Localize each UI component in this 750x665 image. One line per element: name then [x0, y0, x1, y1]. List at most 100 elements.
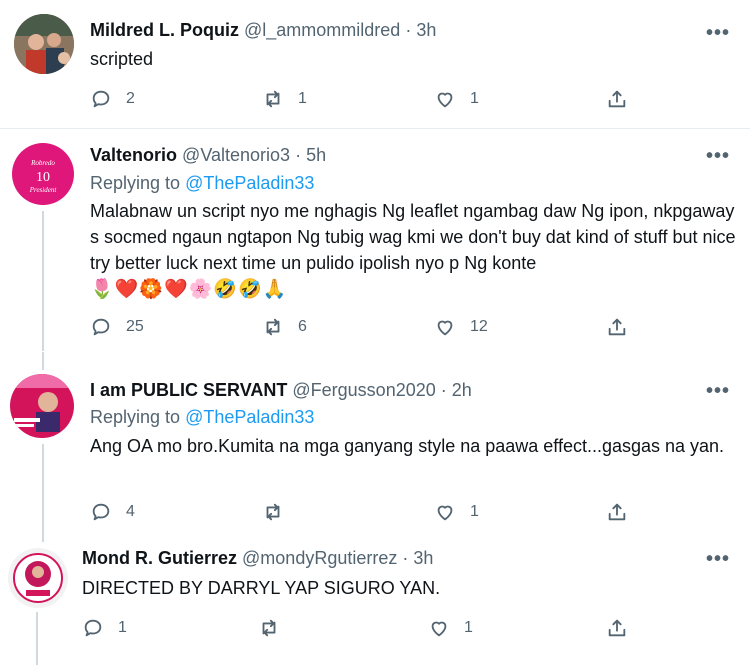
replying-to-label: Replying to	[90, 407, 181, 427]
like-count: 1	[464, 619, 473, 636]
reply-count: 4	[126, 503, 135, 520]
tweet-actions: 25 6 12	[90, 316, 740, 344]
replying-to-label: Replying to	[90, 173, 181, 193]
retweet-button[interactable]	[258, 617, 294, 639]
tweet-header: Mond R. Gutierrez @mondyRgutierrez · 3h	[82, 548, 433, 569]
avatar-logo: Robredo 10 President	[12, 143, 74, 205]
mention-link[interactable]: @ThePaladin33	[185, 407, 314, 427]
handle[interactable]: @mondyRgutierrez	[242, 548, 397, 568]
more-icon[interactable]: •••	[706, 381, 730, 401]
tweet-text: Ang OA mo bro.Kumita na mga ganyang styl…	[90, 436, 725, 456]
more-icon[interactable]: •••	[706, 146, 730, 166]
thread-line	[42, 352, 44, 370]
handle[interactable]: @Fergusson2020	[292, 380, 435, 400]
display-name[interactable]: Mildred L. Poquiz	[90, 20, 239, 40]
retweet-icon	[266, 503, 280, 521]
tweet-actions: 2 1 1	[90, 88, 740, 116]
share-button[interactable]	[606, 88, 628, 110]
timestamp[interactable]: 5h	[306, 145, 326, 165]
separator: ·	[295, 145, 302, 165]
reply-button[interactable]: 2	[90, 88, 135, 110]
like-button[interactable]: 1	[428, 617, 473, 639]
share-button[interactable]	[606, 617, 628, 639]
retweet-count: 1	[298, 90, 307, 107]
display-name[interactable]: Mond R. Gutierrez	[82, 548, 237, 568]
thread-line	[42, 444, 44, 542]
retweet-icon	[266, 318, 280, 336]
avatar-text-2: 10	[36, 170, 50, 185]
share-icon	[608, 619, 626, 637]
handle[interactable]: @l_ammommildred	[244, 20, 400, 40]
reply-button[interactable]: 1	[82, 617, 127, 639]
reply-button[interactable]: 4	[90, 501, 135, 523]
tweet-public-servant[interactable]: I am PUBLIC SERVANT @Fergusson2020 · 2h …	[0, 352, 750, 542]
reply-count: 2	[126, 90, 135, 107]
like-icon	[437, 505, 453, 521]
display-name[interactable]: Valtenorio	[90, 145, 177, 165]
thread-line	[42, 211, 44, 351]
timestamp[interactable]: 2h	[452, 380, 472, 400]
reply-icon	[92, 318, 110, 336]
share-button[interactable]	[606, 501, 628, 523]
retweet-button[interactable]: 6	[262, 316, 307, 338]
like-count: 1	[470, 503, 479, 520]
tweet-header: Valtenorio @Valtenorio3 · 5h	[90, 145, 326, 166]
reply-icon	[92, 90, 110, 108]
share-icon	[608, 90, 626, 108]
retweet-count: 6	[298, 318, 307, 335]
like-icon	[437, 92, 453, 108]
avatar-photo	[10, 374, 74, 438]
avatar[interactable]	[10, 374, 74, 438]
reply-button[interactable]: 25	[90, 316, 144, 338]
emoji-line: 🌷❤️🏵️❤️🌸🤣🤣🙏	[90, 279, 288, 300]
tweet-text: scripted	[90, 49, 154, 69]
tweet-mildred[interactable]: Mildred L. Poquiz @l_ammommildred · 3h •…	[0, 0, 750, 128]
tweet-text: Malabnaw un script nyo me nghagis Ng lea…	[90, 201, 736, 273]
avatar[interactable]	[14, 14, 74, 74]
tweet-text: DIRECTED BY DARRYL YAP SIGURO YAN.	[82, 578, 441, 598]
like-button[interactable]: 1	[434, 88, 479, 110]
separator: ·	[440, 380, 447, 400]
avatar-text-3: President	[29, 186, 58, 194]
retweet-icon	[262, 619, 276, 637]
like-icon	[431, 621, 447, 637]
like-icon	[437, 320, 453, 336]
avatar-photo	[14, 14, 74, 74]
tweet-header: Mildred L. Poquiz @l_ammommildred · 3h	[90, 20, 436, 41]
display-name[interactable]: I am PUBLIC SERVANT	[90, 380, 287, 400]
avatar[interactable]	[8, 548, 68, 608]
retweet-button[interactable]: 1	[262, 88, 307, 110]
share-icon	[608, 318, 626, 336]
more-icon[interactable]: •••	[706, 549, 730, 569]
share-icon	[608, 503, 626, 521]
reply-icon	[84, 619, 102, 637]
retweet-icon	[266, 90, 280, 108]
share-button[interactable]	[606, 316, 628, 338]
like-count: 1	[470, 90, 479, 107]
reply-icon	[92, 503, 110, 521]
tweet-header: I am PUBLIC SERVANT @Fergusson2020 · 2h	[90, 380, 472, 401]
reply-count: 1	[118, 619, 127, 636]
tweet-mond[interactable]: Mond R. Gutierrez @mondyRgutierrez · 3h …	[0, 542, 750, 665]
like-button[interactable]: 12	[434, 316, 488, 338]
avatar[interactable]: Robredo 10 President	[12, 143, 74, 205]
avatar-logo	[8, 548, 68, 608]
handle[interactable]: @Valtenorio3	[182, 145, 290, 165]
mention-link[interactable]: @ThePaladin33	[185, 173, 314, 193]
tweet-actions: 1 1	[82, 617, 732, 645]
reply-count: 25	[126, 318, 144, 335]
replying-to: Replying to @ThePaladin33	[90, 173, 314, 194]
separator: ·	[405, 20, 412, 40]
thread-line	[36, 612, 38, 665]
retweet-button[interactable]	[262, 501, 298, 523]
tweet-valtenorio[interactable]: Robredo 10 President Valtenorio @Valteno…	[0, 129, 750, 351]
timestamp[interactable]: 3h	[416, 20, 436, 40]
timestamp[interactable]: 3h	[413, 548, 433, 568]
separator: ·	[402, 548, 409, 568]
more-icon[interactable]: •••	[706, 23, 730, 43]
like-count: 12	[470, 318, 488, 335]
avatar-text-1: Robredo	[30, 159, 55, 167]
tweet-actions: 4 1	[90, 501, 740, 529]
like-button[interactable]: 1	[434, 501, 479, 523]
replying-to: Replying to @ThePaladin33	[90, 407, 314, 428]
